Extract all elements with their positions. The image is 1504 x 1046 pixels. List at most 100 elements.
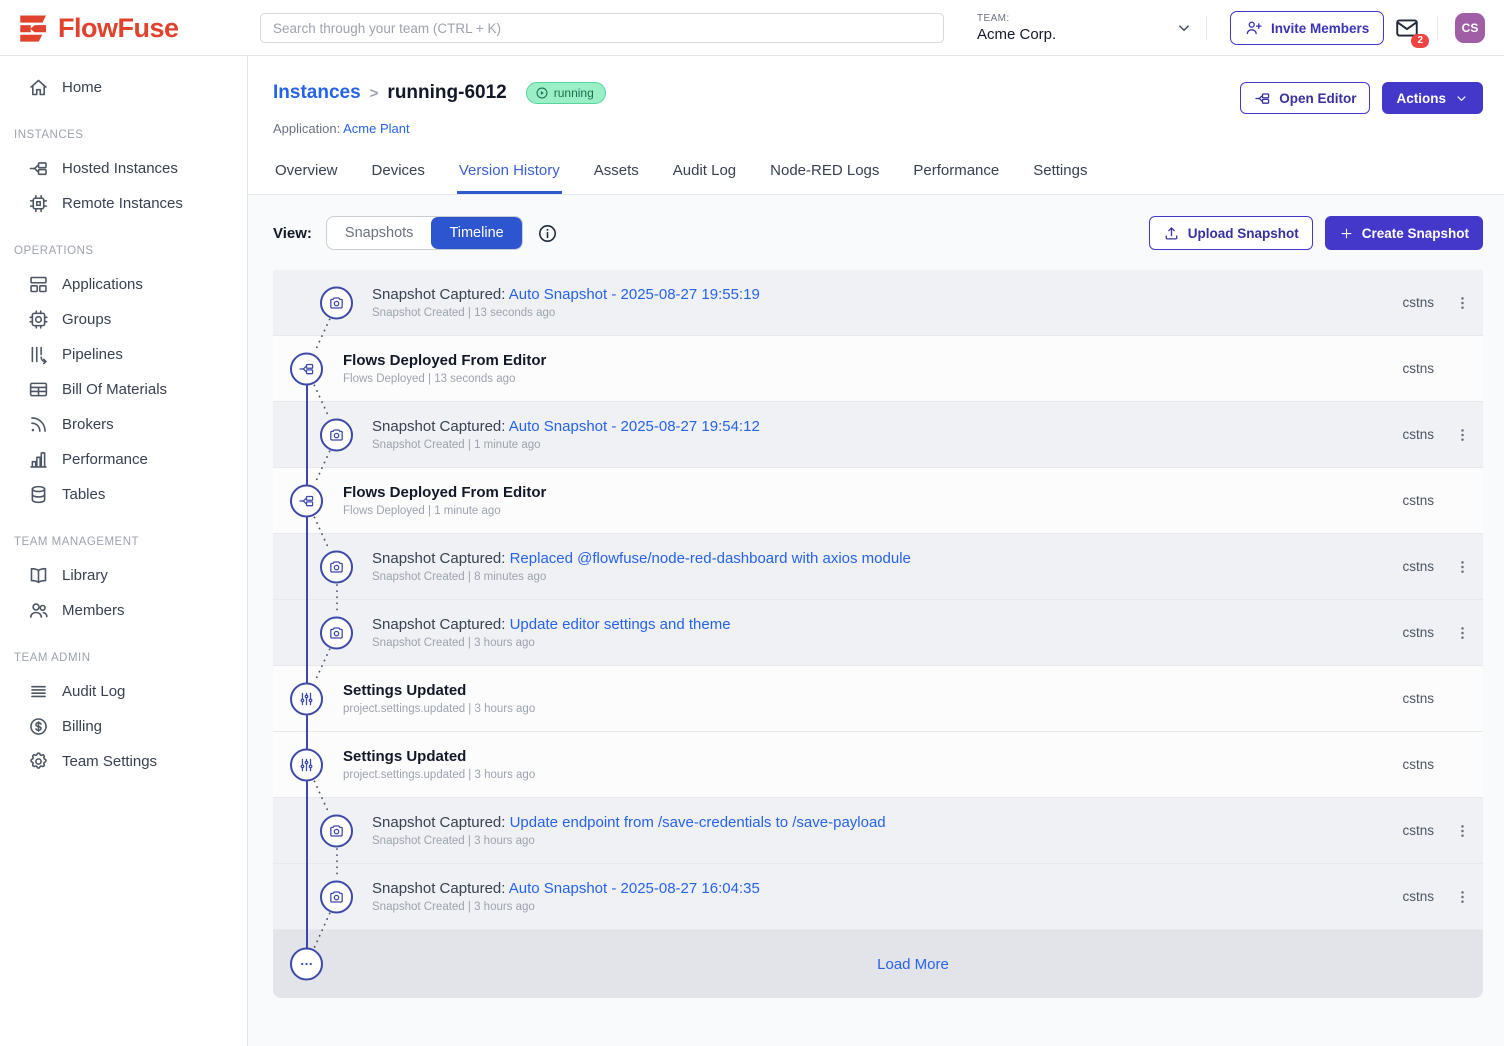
header-divider: [1437, 16, 1438, 40]
sidebar-item-label: Hosted Instances: [62, 160, 178, 177]
kebab-menu-icon[interactable]: [1454, 886, 1471, 908]
sidebar-item-performance[interactable]: Performance: [0, 442, 247, 477]
timeline-list: Snapshot Captured: Auto Snapshot - 2025-…: [273, 270, 1483, 998]
application-link[interactable]: Acme Plant: [343, 121, 409, 136]
timeline-row-title: Snapshot Captured: Update endpoint from …: [372, 814, 886, 831]
kebab-menu-icon[interactable]: [1454, 622, 1471, 644]
sidebar-section-team-management: TEAM MANAGEMENT: [14, 536, 247, 548]
sidebar-item-brokers[interactable]: Brokers: [0, 407, 247, 442]
create-snapshot-button[interactable]: Create Snapshot: [1325, 216, 1483, 250]
timeline-row-body: Settings Updatedproject.settings.updated…: [343, 682, 535, 715]
view-toggle: Snapshots Timeline: [326, 216, 523, 250]
timeline-row-meta: Snapshot Created | 8 minutes ago: [372, 571, 911, 583]
actions-button[interactable]: Actions: [1382, 82, 1483, 114]
snapshot-name-link[interactable]: Update editor settings and theme: [510, 616, 731, 633]
tab-performance[interactable]: Performance: [911, 156, 1001, 194]
play-circle-icon: [535, 86, 549, 100]
invite-members-button[interactable]: Invite Members: [1230, 11, 1384, 45]
sidebar-item-label: Library: [62, 567, 108, 584]
chevron-down-icon: [1454, 91, 1469, 106]
billing-icon: [28, 716, 49, 737]
toggle-snapshots[interactable]: Snapshots: [327, 217, 432, 249]
timeline-row-user: cstns: [1402, 427, 1434, 442]
sidebar-item-pipelines[interactable]: Pipelines: [0, 337, 247, 372]
tab-audit-log[interactable]: Audit Log: [671, 156, 738, 194]
flowfuse-logo[interactable]: FlowFuse: [16, 11, 179, 45]
sidebar-item-home[interactable]: Home: [0, 70, 247, 105]
sidebar-item-library[interactable]: Library: [0, 558, 247, 593]
snapshot-name-link[interactable]: Auto Snapshot - 2025-08-27 19:55:19: [509, 286, 760, 303]
breadcrumb: Instances > running-6012 running: [273, 82, 606, 104]
toggle-timeline[interactable]: Timeline: [431, 217, 521, 249]
timeline-row: Snapshot Captured: Auto Snapshot - 2025-…: [273, 270, 1483, 336]
library-icon: [28, 565, 49, 586]
timeline-row: Snapshot Captured: Auto Snapshot - 2025-…: [273, 402, 1483, 468]
sidebar-item-remote-instances[interactable]: Remote Instances: [0, 186, 247, 221]
timeline-row-body: Snapshot Captured: Replaced @flowfuse/no…: [372, 550, 911, 583]
home-icon: [28, 77, 49, 98]
sidebar-item-audit-log[interactable]: Audit Log: [0, 674, 247, 709]
team-name: Acme Corp.: [977, 26, 1056, 43]
timeline-row-title: Flows Deployed From Editor: [343, 352, 546, 369]
sidebar-item-tables[interactable]: Tables: [0, 477, 247, 512]
sidebar-item-label: Groups: [62, 311, 111, 328]
snapshot-captured-label: Snapshot Captured:: [372, 616, 510, 633]
sidebar-item-members[interactable]: Members: [0, 593, 247, 628]
timeline-row-meta: Flows Deployed | 1 minute ago: [343, 505, 546, 517]
logo-wordmark: FlowFuse: [58, 13, 179, 44]
status-badge: running: [526, 82, 606, 104]
timeline-snapshot-icon: [320, 814, 353, 847]
team-selector[interactable]: TEAM: Acme Corp.: [977, 8, 1193, 48]
tab-overview[interactable]: Overview: [273, 156, 340, 194]
breadcrumb-instances-link[interactable]: Instances: [273, 82, 361, 104]
snapshot-name-link[interactable]: Auto Snapshot - 2025-08-27 19:54:12: [509, 418, 760, 435]
timeline-row: Flows Deployed From EditorFlows Deployed…: [273, 336, 1483, 402]
app-header: FlowFuse TEAM: Acme Corp. Invite Members…: [0, 0, 1504, 56]
sidebar-item-applications[interactable]: Applications: [0, 267, 247, 302]
main-content: Instances > running-6012 running Open Ed…: [248, 56, 1504, 1046]
timeline-settings-icon: [290, 682, 323, 715]
timeline-row-user: cstns: [1402, 559, 1434, 574]
notifications-button[interactable]: 2: [1394, 15, 1420, 41]
open-editor-button[interactable]: Open Editor: [1240, 82, 1370, 114]
kebab-menu-icon[interactable]: [1454, 820, 1471, 842]
sidebar-item-team-settings[interactable]: Team Settings: [0, 744, 247, 779]
sidebar-item-groups[interactable]: Groups: [0, 302, 247, 337]
upload-snapshot-button[interactable]: Upload Snapshot: [1149, 216, 1313, 250]
brokers-icon: [28, 414, 49, 435]
timeline-row-title: Settings Updated: [343, 682, 535, 699]
header-actions: Open Editor Actions: [1240, 82, 1483, 114]
timeline-row-user: cstns: [1402, 493, 1434, 508]
sidebar-item-billing[interactable]: Billing: [0, 709, 247, 744]
notification-count-badge: 2: [1411, 34, 1429, 48]
snapshot-name-link[interactable]: Auto Snapshot - 2025-08-27 16:04:35: [509, 880, 760, 897]
tab-assets[interactable]: Assets: [592, 156, 641, 194]
timeline-row: Snapshot Captured: Update editor setting…: [273, 600, 1483, 666]
kebab-menu-icon[interactable]: [1454, 292, 1471, 314]
header-divider: [1206, 16, 1207, 40]
timeline-row-title: Snapshot Captured: Auto Snapshot - 2025-…: [372, 880, 760, 897]
tab-node-red-logs[interactable]: Node-RED Logs: [768, 156, 881, 194]
application-label: Application:: [273, 121, 340, 136]
snapshot-name-link[interactable]: Update endpoint from /save-credentials t…: [510, 814, 886, 831]
timeline-settings-icon: [290, 748, 323, 781]
kebab-menu-icon[interactable]: [1454, 556, 1471, 578]
info-icon[interactable]: [537, 223, 558, 244]
load-more-link[interactable]: Load More: [877, 956, 949, 973]
ellipsis-icon: [298, 956, 315, 973]
sidebar-item-bill-of-materials[interactable]: Bill Of Materials: [0, 372, 247, 407]
sidebar-item-hosted-instances[interactable]: Hosted Instances: [0, 151, 247, 186]
search-input[interactable]: [260, 13, 944, 43]
tab-devices[interactable]: Devices: [370, 156, 427, 194]
flowfuse-logo-icon: [16, 11, 50, 45]
timeline-row-body: Snapshot Captured: Auto Snapshot - 2025-…: [372, 418, 760, 451]
kebab-menu-icon[interactable]: [1454, 424, 1471, 446]
tables-icon: [28, 484, 49, 505]
chevron-down-icon: [1175, 19, 1193, 37]
snapshot-captured-label: Snapshot Captured:: [372, 880, 509, 897]
snapshot-name-link[interactable]: Replaced @flowfuse/node-red-dashboard wi…: [510, 550, 911, 567]
user-avatar[interactable]: CS: [1455, 13, 1485, 43]
tab-settings[interactable]: Settings: [1031, 156, 1089, 194]
timeline-row-body: Snapshot Captured: Auto Snapshot - 2025-…: [372, 286, 760, 319]
tab-version-history[interactable]: Version History: [457, 156, 562, 194]
